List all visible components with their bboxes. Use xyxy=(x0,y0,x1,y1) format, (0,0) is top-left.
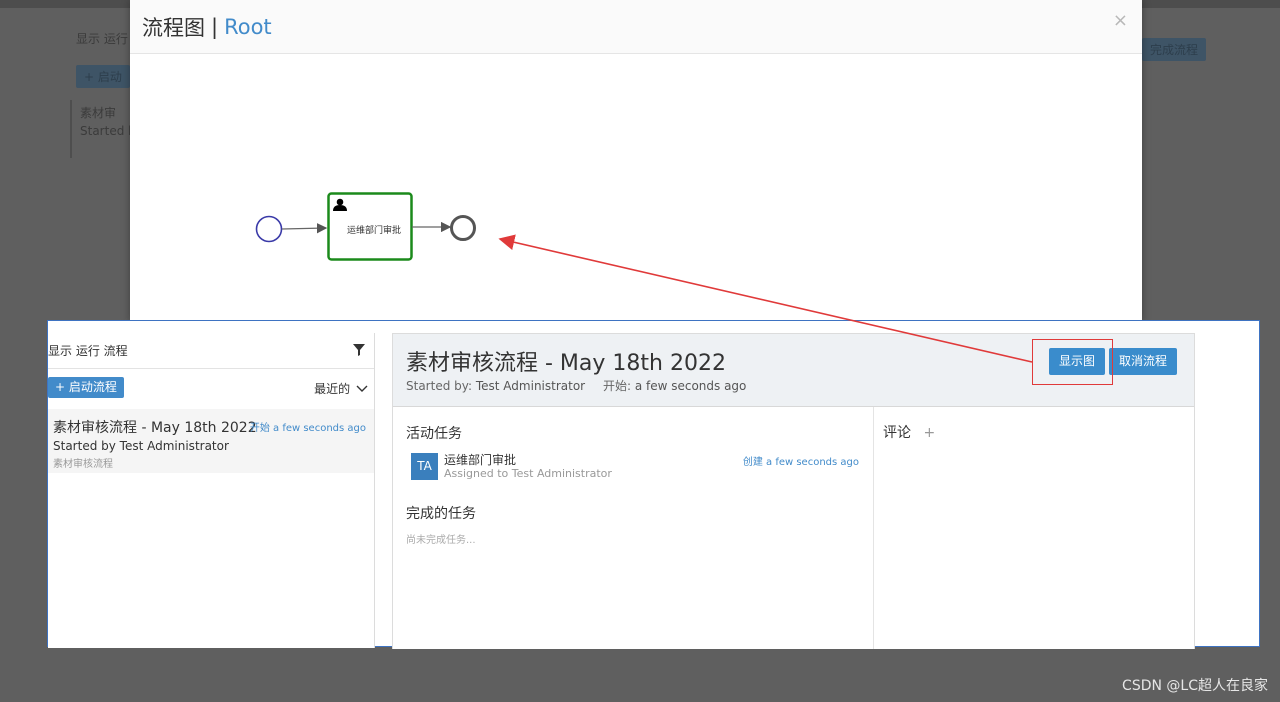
process-item-started-by: Started by Test Administrator xyxy=(53,439,229,453)
started-by-value: Test Administrator xyxy=(475,379,586,393)
completed-tasks-title: 完成的任务 xyxy=(406,506,476,522)
active-tasks-title: 活动任务 xyxy=(406,426,462,442)
process-diagram: 运维部门审批 xyxy=(255,192,476,261)
background-text: 显示 运行 xyxy=(76,32,128,46)
comments-title: 评论 xyxy=(883,425,911,441)
task-created-time: 创建 a few seconds ago xyxy=(742,457,859,468)
task-label: 运维部门审批 xyxy=(347,224,401,236)
background-list: 素材审 Started b xyxy=(70,100,136,158)
start-process-button[interactable]: + 启动流程 xyxy=(48,377,124,398)
page-title: 素材审核流程 - May 18th 2022 xyxy=(406,351,726,376)
annotation-highlight-box xyxy=(1032,339,1113,385)
comments-section: 评论 + xyxy=(883,422,935,442)
chevron-down-icon xyxy=(356,385,368,392)
sort-label: 最近的 xyxy=(314,382,351,396)
background-list-title: 素材审 xyxy=(80,106,117,120)
process-item-time: 开始 a few seconds ago xyxy=(249,423,366,434)
background-list-started: Started b xyxy=(80,124,136,138)
start-time-value: a few seconds ago xyxy=(634,379,747,393)
process-detail: 素材审核流程 - May 18th 2022 Started by: Test … xyxy=(392,333,1195,649)
process-panel: 显示 运行 流程 + 启动流程 最近的 素材审核流程 - May 18th 20… xyxy=(47,320,1260,649)
task-name-link[interactable]: 运维部门审批 xyxy=(444,451,516,468)
process-filter-label[interactable]: 显示 运行 流程 xyxy=(48,342,128,359)
process-list-header: 显示 运行 流程 xyxy=(48,333,374,369)
process-item-definition: 素材审核流程 xyxy=(53,459,113,470)
avatar: TA xyxy=(411,453,438,480)
sequence-flow-start xyxy=(281,223,328,234)
process-item-title: 素材审核流程 - May 18th 2022 xyxy=(53,420,257,436)
watermark: CSDN @LC超人在良家 xyxy=(1122,678,1268,694)
tasks-section: 活动任务 TA 运维部门审批 Assigned to Test Administ… xyxy=(393,407,874,649)
started-by-label: Started by: xyxy=(406,379,473,393)
diagram-modal: 流程图 | Root × 运维部门审批 xyxy=(130,0,1142,322)
modal-title-separator: | xyxy=(211,14,219,39)
sort-dropdown[interactable]: 最近的 xyxy=(314,380,368,397)
detail-meta: Started by: Test Administrator 开始: a few… xyxy=(406,377,746,394)
start-time-label: 开始: xyxy=(602,379,631,393)
modal-header: 流程图 | Root × xyxy=(130,0,1142,54)
list-item[interactable]: 素材审核流程 - May 18th 2022 开始 a few seconds … xyxy=(48,409,374,473)
background-complete-button: 完成流程 xyxy=(1142,38,1207,61)
add-comment-icon[interactable]: + xyxy=(923,425,935,441)
cancel-process-button[interactable]: 取消流程 xyxy=(1109,348,1178,375)
detail-header: 素材审核流程 - May 18th 2022 Started by: Test … xyxy=(393,334,1194,407)
process-list-column: 显示 运行 流程 + 启动流程 最近的 素材审核流程 - May 18th 20… xyxy=(48,333,375,648)
background-start-button: + 启动 xyxy=(76,65,130,88)
modal-title: 流程图 xyxy=(142,15,205,40)
start-event[interactable] xyxy=(255,215,283,243)
close-icon[interactable]: × xyxy=(1113,10,1128,31)
task-assignee: Assigned to Test Administrator xyxy=(444,467,612,480)
filter-icon[interactable] xyxy=(352,343,366,357)
end-event[interactable] xyxy=(450,215,476,241)
modal-subtitle: Root xyxy=(224,14,272,39)
no-completed-tasks: 尚未完成任务... xyxy=(406,535,476,546)
